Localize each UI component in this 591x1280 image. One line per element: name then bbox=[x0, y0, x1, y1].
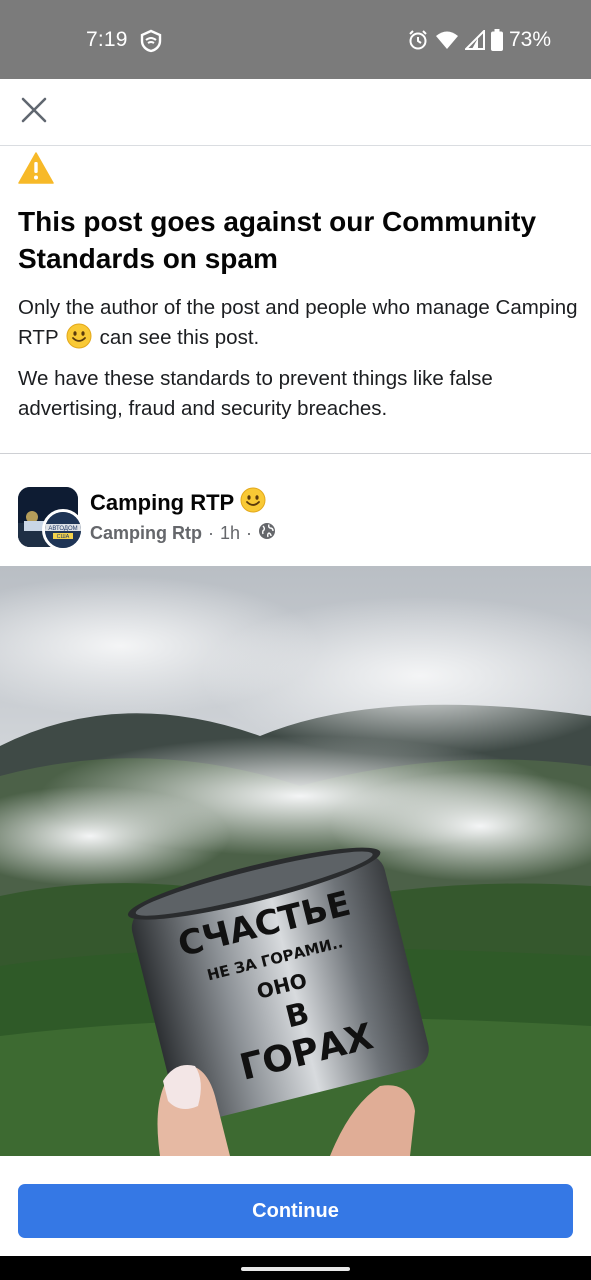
globe-icon bbox=[258, 522, 276, 545]
meta-separator: · bbox=[246, 523, 253, 543]
close-icon bbox=[21, 97, 47, 128]
post-photo[interactable]: СЧАСТЬЕ НЕ ЗА ГОРАМИ.. ОНО В ГОРАХ bbox=[0, 566, 591, 1156]
notice-title: This post goes against our Community Sta… bbox=[18, 206, 537, 274]
group-avatar[interactable]: АВТОДОМ США bbox=[42, 509, 84, 551]
avatar-text-2: США bbox=[57, 534, 70, 540]
spam-notice: This post goes against our Community Sta… bbox=[0, 147, 591, 453]
page-name[interactable]: Camping RTP bbox=[90, 487, 266, 519]
bottom-action-area: Continue bbox=[0, 1156, 591, 1256]
post-author[interactable]: Camping Rtp bbox=[90, 523, 202, 544]
status-bar: 7:19 73% bbox=[0, 0, 591, 79]
avatar-text-1: АВТОДОМ bbox=[48, 526, 77, 532]
vpn-shield-icon bbox=[140, 29, 162, 53]
smile-emoji-icon bbox=[240, 487, 266, 519]
cell-signal-icon bbox=[464, 30, 485, 50]
system-nav-bar bbox=[0, 1256, 591, 1280]
close-button[interactable] bbox=[14, 92, 54, 132]
battery-icon bbox=[490, 29, 503, 51]
top-bar bbox=[0, 79, 591, 146]
post-header: АВТОДОМ США Camping RTP Camping Rtp · 1h… bbox=[0, 454, 591, 566]
status-time: 7:19 bbox=[86, 28, 128, 51]
status-indicators: 73% bbox=[407, 28, 551, 52]
page-name-text: Camping RTP bbox=[90, 490, 235, 515]
battery-percent: 73% bbox=[508, 28, 551, 51]
notice-p1-end: can see this post. bbox=[99, 326, 260, 349]
notice-reason-text: We have these standards to prevent thing… bbox=[18, 367, 493, 420]
wifi-icon bbox=[435, 30, 459, 50]
meta-separator: · bbox=[208, 523, 214, 543]
home-indicator[interactable] bbox=[241, 1267, 350, 1271]
smile-emoji-icon bbox=[66, 323, 92, 349]
alarm-icon bbox=[407, 29, 429, 51]
warning-icon bbox=[18, 152, 54, 184]
post-meta: Camping Rtp · 1h · bbox=[90, 522, 276, 545]
notice-visibility-text: Only the author of the post and people w… bbox=[18, 293, 578, 353]
post-time[interactable]: 1h bbox=[220, 523, 240, 544]
continue-button[interactable]: Continue bbox=[18, 1184, 573, 1238]
